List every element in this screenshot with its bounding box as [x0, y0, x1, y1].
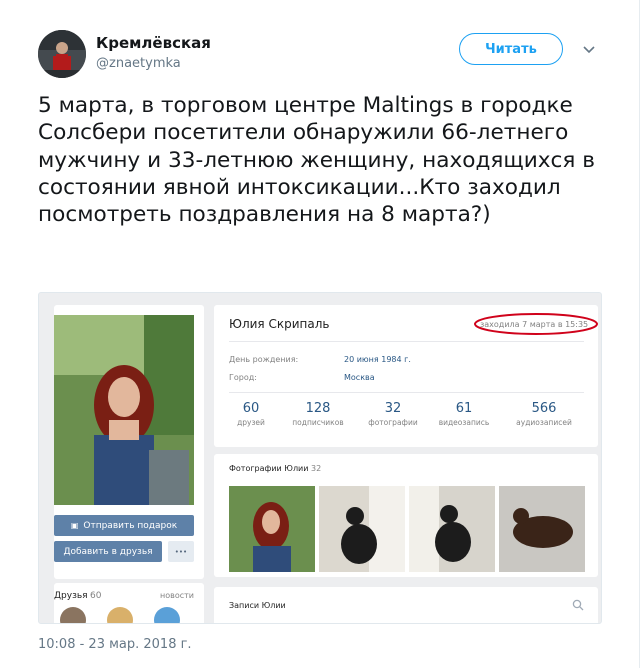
stat-audio[interactable]: 566 аудиозаписей: [512, 401, 576, 427]
chevron-down-icon[interactable]: [582, 42, 596, 56]
tweet-timestamp[interactable]: 10:08 - 23 мар. 2018 г.: [38, 637, 192, 652]
divider: [229, 341, 584, 342]
photo-thumb[interactable]: [409, 486, 495, 572]
divider: [229, 392, 584, 393]
gift-icon: ▣: [70, 521, 79, 530]
vk-screenshot-card[interactable]: ▣ Отправить подарок Добавить в друзья ••…: [38, 292, 602, 624]
city-value[interactable]: Москва: [344, 373, 375, 382]
stat-label: друзей: [237, 418, 265, 427]
display-name[interactable]: Кремлёвская: [96, 34, 211, 52]
wall-label[interactable]: Записи Юлии: [229, 601, 286, 610]
stat-friends[interactable]: 60 друзей: [219, 401, 283, 427]
stat-followers[interactable]: 128 подписчиков: [286, 401, 350, 427]
photo-thumb[interactable]: [229, 486, 315, 572]
follow-button[interactable]: Читать: [459, 33, 563, 65]
stat-number: 566: [531, 401, 557, 416]
stat-number: 61: [455, 401, 473, 416]
profile-photo: [54, 315, 194, 505]
vk-photos-block: Фотографии Юлии 32: [214, 454, 598, 577]
photo-thumb[interactable]: [319, 486, 405, 572]
avatar[interactable]: [38, 30, 86, 78]
friends-label[interactable]: Друзья: [54, 591, 88, 601]
stat-label: аудиозаписей: [516, 418, 572, 427]
stat-photos[interactable]: 32 фотографии: [361, 401, 425, 427]
vk-wall-block: Записи Юлии: [214, 587, 598, 623]
send-gift-button[interactable]: ▣ Отправить подарок: [54, 515, 194, 536]
stat-videos[interactable]: 61 видеозапись: [432, 401, 496, 427]
friends-count: 60: [90, 591, 102, 601]
stat-number: 60: [242, 401, 260, 416]
friend-avatar[interactable]: [60, 607, 86, 623]
user-handle[interactable]: @znaetymka: [96, 56, 181, 71]
news-link[interactable]: новости: [160, 591, 194, 600]
vk-profile-name: Юлия Скрипаль: [229, 317, 330, 331]
vk-profile-photo-block: ▣ Отправить подарок Добавить в друзья ••…: [54, 305, 204, 579]
stat-label: фотографии: [368, 418, 418, 427]
tweet-text: 5 марта, в торговом центре Maltings в го…: [38, 93, 595, 228]
stat-label: подписчиков: [292, 418, 344, 427]
stat-number: 32: [384, 401, 402, 416]
stat-number: 128: [305, 401, 331, 416]
birthday-label: День рождения:: [229, 355, 299, 364]
last-seen-text: заходила 7 марта в 15:35: [480, 320, 589, 329]
photos-label[interactable]: Фотографии Юлии: [229, 464, 308, 473]
photos-count: 32: [311, 464, 322, 473]
birthday-value[interactable]: 20 июня 1984 г.: [344, 355, 411, 364]
city-label: Город:: [229, 373, 257, 382]
add-friend-button[interactable]: Добавить в друзья: [54, 541, 162, 562]
vk-info-block: Юлия Скрипаль заходила 7 марта в 15:35 Д…: [214, 305, 598, 447]
friend-avatar[interactable]: [107, 607, 133, 623]
vk-friends-block: Друзья 60 новости: [54, 583, 204, 623]
stat-label: видеозапись: [438, 418, 490, 427]
tweet-header: Кремлёвская @znaetymka Читать: [38, 30, 608, 80]
friend-avatar[interactable]: [154, 607, 180, 623]
send-gift-label: Отправить подарок: [83, 520, 178, 531]
photo-thumb[interactable]: [499, 486, 585, 572]
search-icon[interactable]: [572, 599, 584, 611]
more-button[interactable]: •••: [168, 541, 194, 562]
